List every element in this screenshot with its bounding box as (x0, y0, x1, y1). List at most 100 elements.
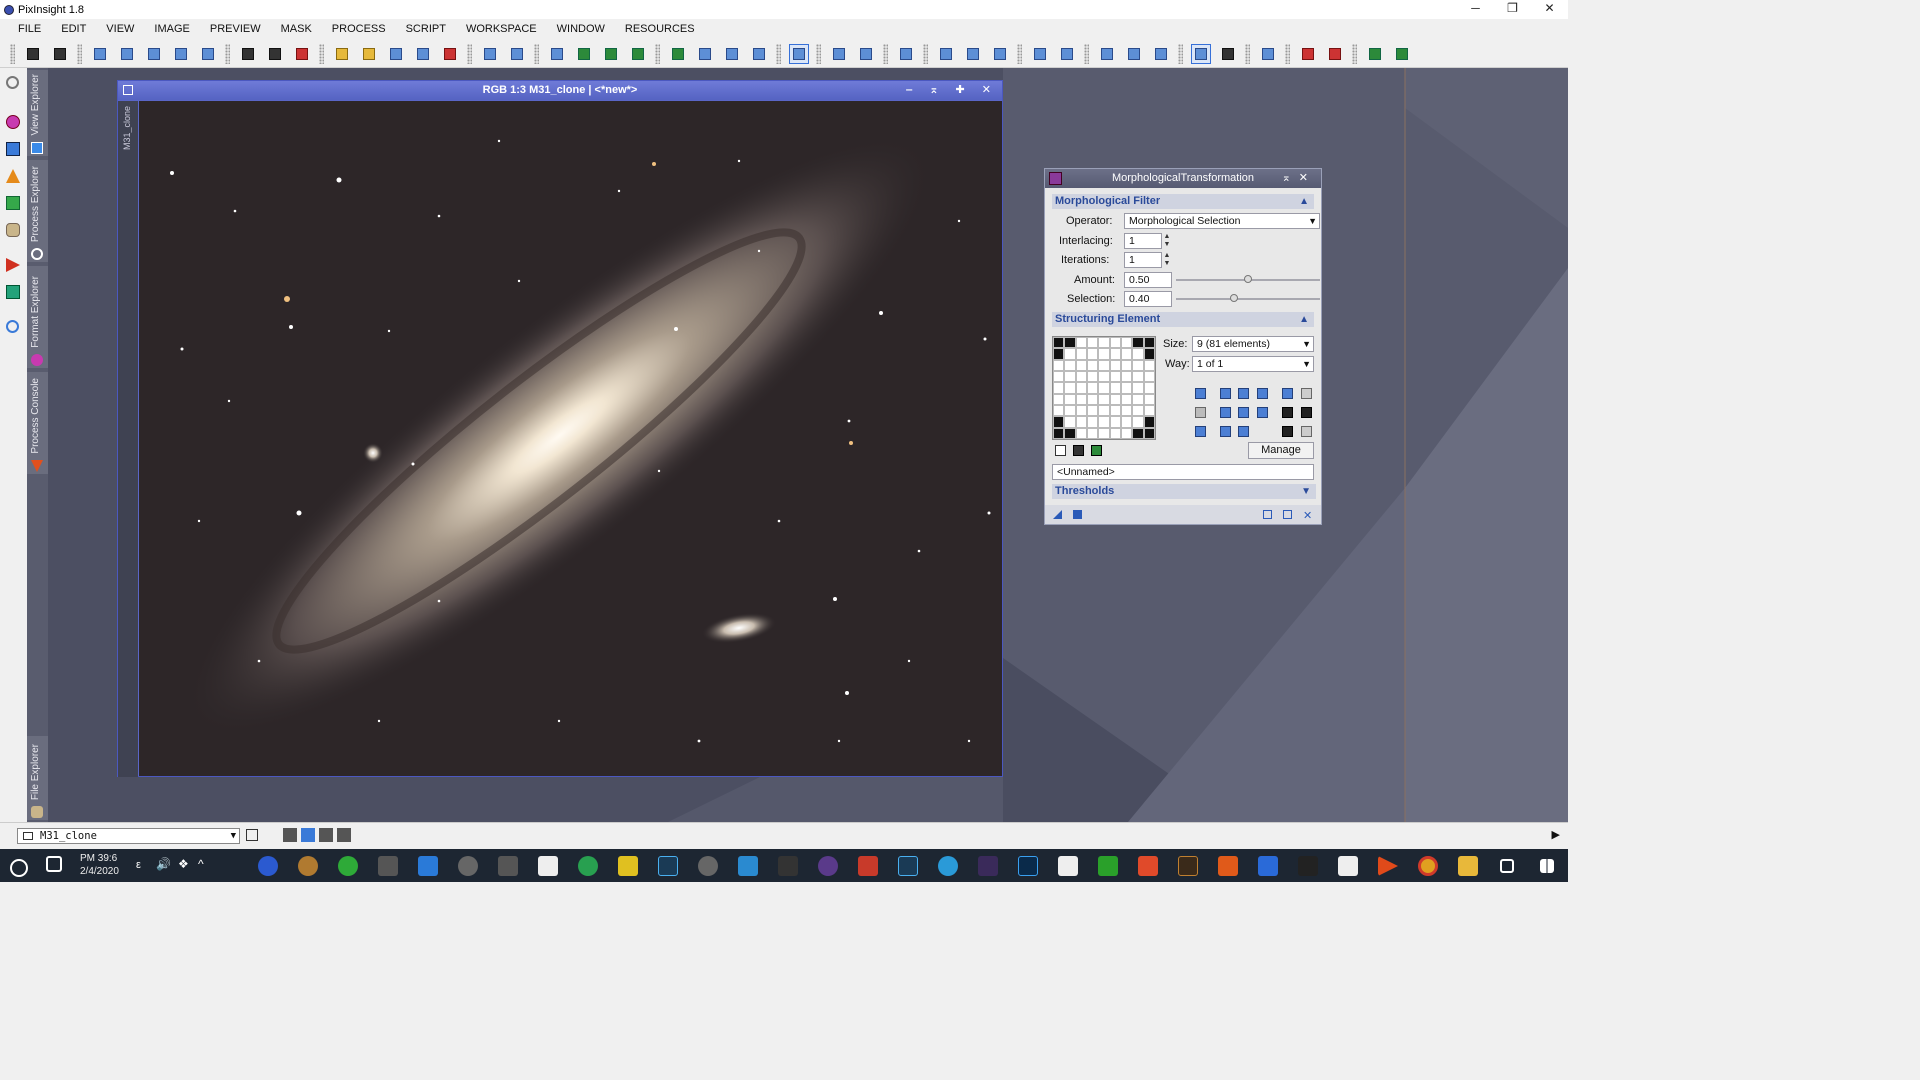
structuring-cell[interactable] (1053, 348, 1065, 360)
tab-file-explorer[interactable]: File Explorer (27, 736, 48, 820)
structuring-cell[interactable] (1086, 348, 1099, 360)
script-icon[interactable] (547, 44, 567, 64)
structuring-cell[interactable] (1075, 393, 1087, 405)
fit-view-icon[interactable] (749, 44, 769, 64)
reset-icon[interactable]: ✕ (1303, 509, 1312, 522)
screen-red2-icon[interactable] (1325, 44, 1345, 64)
pan-mode-icon[interactable] (829, 44, 849, 64)
flip-vertical-icon[interactable] (198, 44, 218, 64)
histogram-icon[interactable] (601, 44, 621, 64)
grayscale-icon[interactable] (265, 44, 285, 64)
menu-edit[interactable]: EDIT (51, 19, 96, 40)
view-selector[interactable]: M31_clone ▼ (17, 828, 240, 844)
structuring-cell[interactable] (1075, 337, 1087, 349)
structuring-cell[interactable] (1098, 427, 1110, 439)
toolbar-grip[interactable] (923, 43, 928, 64)
toolbar-grip[interactable] (77, 43, 82, 64)
photoshop-icon[interactable] (1018, 856, 1038, 876)
open-image-icon[interactable] (50, 44, 70, 64)
structuring-cell[interactable] (1064, 427, 1076, 439)
new-image-icon[interactable] (23, 44, 43, 64)
clear-element-icon[interactable] (1301, 407, 1312, 418)
screen-red-icon[interactable] (1298, 44, 1318, 64)
preview-mode-icon[interactable] (896, 44, 916, 64)
structuring-cell[interactable] (1143, 359, 1155, 371)
display-mode-1-icon[interactable] (283, 828, 297, 842)
structuring-cell[interactable] (1064, 337, 1076, 349)
toolbar-grip[interactable] (1285, 43, 1290, 64)
app-icon[interactable] (498, 856, 518, 876)
display-mode-3-icon[interactable] (319, 828, 333, 842)
window-tile-icon[interactable] (1124, 44, 1144, 64)
menu-resources[interactable]: RESOURCES (615, 19, 705, 40)
documentation-icon[interactable] (1283, 510, 1292, 519)
screen-icon[interactable] (1258, 44, 1278, 64)
channel-rgb-icon[interactable] (936, 44, 956, 64)
structuring-cell[interactable] (1064, 393, 1076, 405)
new-instance-icon[interactable] (1053, 510, 1062, 519)
structuring-cell[interactable] (1086, 404, 1099, 417)
zoom-1-1-icon[interactable] (722, 44, 742, 64)
apply-icon[interactable] (1073, 510, 1082, 519)
add-way-icon[interactable] (1282, 426, 1293, 437)
shape-plus-icon[interactable] (1220, 426, 1231, 437)
shape-diagonal-icon[interactable] (1195, 407, 1206, 418)
invert-icon[interactable] (238, 44, 258, 64)
structuring-cell[interactable] (1064, 382, 1076, 394)
invert-mask-icon[interactable] (440, 44, 460, 64)
structuring-cell[interactable] (1143, 416, 1155, 428)
structuring-cell[interactable] (1075, 427, 1087, 439)
structuring-cell[interactable] (1109, 337, 1121, 349)
element-name-field[interactable]: <Unnamed> (1052, 464, 1314, 480)
cube-tool-icon[interactable] (6, 196, 20, 210)
structuring-cell[interactable] (1132, 337, 1144, 349)
tab-process-explorer[interactable]: Process Explorer (27, 160, 48, 262)
color-icon[interactable] (292, 44, 312, 64)
interlacing-input[interactable]: 1 (1124, 232, 1162, 249)
operator-select[interactable]: Morphological Selection ▼ (1124, 213, 1320, 229)
structuring-cell[interactable] (1132, 370, 1144, 383)
structuring-cell[interactable] (1143, 393, 1155, 405)
app-icon[interactable] (858, 856, 878, 876)
toolbar-grip[interactable] (1084, 43, 1089, 64)
structuring-cell[interactable] (1132, 359, 1144, 371)
toolbar-grip[interactable] (816, 43, 821, 64)
workspace-2-icon[interactable] (1218, 44, 1238, 64)
structuring-cell[interactable] (1075, 370, 1087, 383)
image-window-menu-icon[interactable] (123, 85, 133, 95)
structuring-cell[interactable] (1143, 370, 1155, 383)
structuring-cell[interactable] (1132, 348, 1144, 360)
toolbar-grip[interactable] (1352, 43, 1357, 64)
structuring-cell[interactable] (1098, 348, 1110, 360)
toolbar-grip[interactable] (1245, 43, 1250, 64)
tab-format-explorer[interactable]: Format Explorer (27, 266, 48, 368)
structuring-cell[interactable] (1109, 370, 1121, 383)
undo-icon[interactable] (480, 44, 500, 64)
app-icon[interactable] (378, 856, 398, 876)
workspace-1-icon[interactable] (1190, 43, 1211, 64)
structuring-cell[interactable] (1075, 416, 1087, 428)
show-mask-icon[interactable] (413, 44, 433, 64)
tab-process-console[interactable]: Process Console (27, 372, 48, 474)
interlacing-spinner[interactable]: ▲ ▼ (1162, 233, 1172, 249)
toolbar-grip[interactable] (776, 43, 781, 64)
app-icon[interactable] (1098, 856, 1118, 876)
window-cascade-icon[interactable] (1097, 44, 1117, 64)
toolbar-grip[interactable] (534, 43, 539, 64)
chrome-icon[interactable] (1418, 856, 1438, 876)
structuring-cell[interactable] (1109, 348, 1121, 360)
add-element-icon[interactable] (1091, 445, 1102, 456)
redo-icon[interactable] (507, 44, 527, 64)
image-window-header[interactable]: RGB 1:3 M31_clone | <*new*> ‒ ⌅ ✚ ✕ (118, 81, 1002, 100)
structuring-cell[interactable] (1109, 404, 1121, 417)
zoom-mode-icon[interactable] (856, 44, 876, 64)
mask-icon[interactable] (386, 44, 406, 64)
app-icon[interactable] (938, 856, 958, 876)
structuring-cell[interactable] (1086, 337, 1099, 349)
structuring-cell[interactable] (1064, 370, 1076, 383)
structuring-cell[interactable] (1053, 359, 1065, 371)
structuring-cell[interactable] (1098, 337, 1110, 349)
layout-icon[interactable] (1030, 44, 1050, 64)
layout2-icon[interactable] (1057, 44, 1077, 64)
shape-diamond-icon[interactable] (1195, 388, 1206, 399)
